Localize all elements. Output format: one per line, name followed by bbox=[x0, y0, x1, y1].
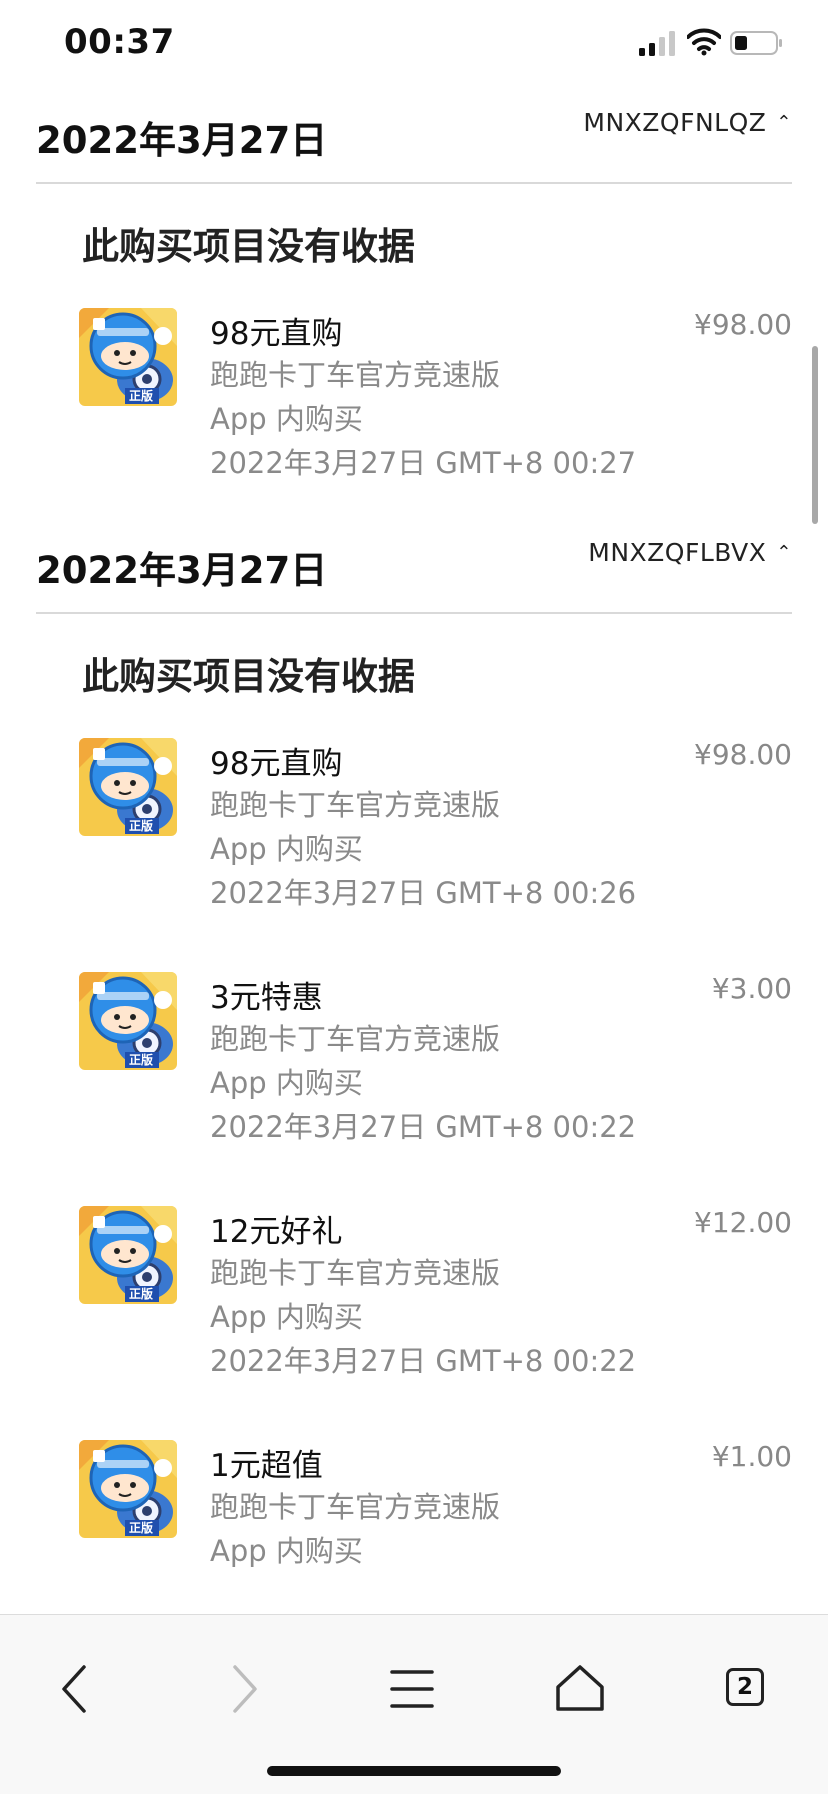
purchase-item[interactable]: 正版 12元好礼 ¥12.00 跑跑卡丁车官方竞速版 App 内购买 2022年3月27日… bbox=[0, 1186, 828, 1420]
item-datetime: 2022年3月27日 GMT+8 00:22 bbox=[210, 1344, 637, 1378]
order-id: MNXZQFLBVX bbox=[588, 538, 767, 567]
app-icon: 正版 bbox=[79, 972, 177, 1070]
status-bar: 00:37 bbox=[0, 0, 828, 92]
item-price: ¥3.00 bbox=[711, 972, 792, 1005]
item-app-name: 跑跑卡丁车官方竞速版 bbox=[210, 358, 501, 392]
app-icon: 正版 bbox=[79, 308, 177, 406]
item-app-name: 跑跑卡丁车官方竞速版 bbox=[210, 1490, 501, 1524]
item-datetime: 2022年3月27日 GMT+8 00:22 bbox=[210, 1110, 637, 1144]
item-purchase-type: App 内购买 bbox=[210, 402, 363, 436]
chevron-up-icon[interactable]: ⌃ bbox=[776, 542, 792, 563]
status-time: 00:37 bbox=[64, 22, 175, 62]
item-title: 98元直购 bbox=[210, 316, 343, 352]
section-date: 2022年3月27日 bbox=[36, 119, 328, 162]
item-datetime: 2022年3月27日 GMT+8 00:26 bbox=[210, 876, 637, 910]
section-date: 2022年3月27日 bbox=[36, 549, 328, 592]
item-app-name: 跑跑卡丁车官方竞速版 bbox=[210, 788, 501, 822]
item-price: ¥12.00 bbox=[694, 1206, 792, 1239]
chevron-up-icon[interactable]: ⌃ bbox=[776, 112, 792, 133]
app-icon-badge: 正版 bbox=[129, 1287, 154, 1301]
item-app-name: 跑跑卡丁车官方竞速版 bbox=[210, 1256, 501, 1290]
battery-icon bbox=[730, 31, 782, 55]
item-datetime: 2022年3月27日 GMT+8 00:27 bbox=[210, 446, 637, 480]
section-header[interactable]: 2022年3月27日 MNXZQFNLQZ ⌃ bbox=[0, 92, 828, 182]
no-receipt-notice: 此购买项目没有收据 bbox=[82, 655, 415, 698]
home-icon[interactable] bbox=[550, 1659, 610, 1719]
purchase-item[interactable]: 正版 1元超值 ¥1.00 跑跑卡丁车官方竞速版 App 内购买 bbox=[0, 1420, 828, 1614]
app-icon-badge: 正版 bbox=[129, 389, 154, 403]
item-purchase-type: App 内购买 bbox=[210, 1534, 363, 1568]
order-id: MNXZQFNLQZ bbox=[583, 108, 767, 137]
no-receipt-notice: 此购买项目没有收据 bbox=[82, 225, 415, 268]
purchase-item[interactable]: 正版 3元特惠 ¥3.00 跑跑卡丁车官方竞速版 App 内购买 2022年3月27日 G… bbox=[0, 952, 828, 1186]
item-purchase-type: App 内购买 bbox=[210, 832, 363, 866]
item-app-name: 跑跑卡丁车官方竞速版 bbox=[210, 1022, 501, 1056]
item-price: ¥98.00 bbox=[694, 738, 792, 771]
item-title: 12元好礼 bbox=[210, 1214, 343, 1250]
wifi-icon bbox=[687, 28, 721, 56]
order-id-toggle[interactable]: MNXZQFNLQZ ⌃ bbox=[583, 108, 792, 137]
item-purchase-type: App 内购买 bbox=[210, 1300, 363, 1334]
forward-icon[interactable] bbox=[213, 1659, 273, 1719]
purchase-item[interactable]: 正版 98元直购 ¥98.00 跑跑卡丁车官方竞速版 App 内购买 2022年3月27日… bbox=[0, 288, 828, 522]
cellular-signal-icon bbox=[639, 31, 675, 56]
order-id-toggle[interactable]: MNXZQFLBVX ⌃ bbox=[588, 538, 792, 567]
app-icon-badge: 正版 bbox=[129, 1053, 154, 1067]
purchase-section: 2022年3月27日 MNXZQFLBVX ⌃ 此购买项目没有收据 正版 98元直购 ¥9… bbox=[0, 522, 828, 1614]
item-title: 98元直购 bbox=[210, 746, 343, 782]
item-title: 3元特惠 bbox=[210, 980, 323, 1016]
item-purchase-type: App 内购买 bbox=[210, 1066, 363, 1100]
app-icon: 正版 bbox=[79, 1206, 177, 1304]
section-header[interactable]: 2022年3月27日 MNXZQFLBVX ⌃ bbox=[0, 522, 828, 612]
purchase-item[interactable]: 正版 98元直购 ¥98.00 跑跑卡丁车官方竞速版 App 内购买 2022年3月27日… bbox=[0, 718, 828, 952]
item-title: 1元超值 bbox=[210, 1448, 323, 1484]
app-icon-badge: 正版 bbox=[129, 1521, 154, 1535]
item-price: ¥98.00 bbox=[694, 308, 792, 341]
purchase-history-list[interactable]: 2022年3月27日 MNXZQFNLQZ ⌃ 此购买项目没有收据 正版 98元直购 ¥9… bbox=[0, 92, 828, 1614]
app-icon-badge: 正版 bbox=[129, 819, 154, 833]
purchase-section: 2022年3月27日 MNXZQFNLQZ ⌃ 此购买项目没有收据 正版 98元直购 ¥9… bbox=[0, 92, 828, 522]
item-price: ¥1.00 bbox=[711, 1440, 792, 1473]
tabs-button[interactable]: 2 bbox=[726, 1668, 764, 1706]
menu-icon[interactable] bbox=[382, 1659, 442, 1719]
app-icon: 正版 bbox=[79, 738, 177, 836]
app-icon: 正版 bbox=[79, 1440, 177, 1538]
home-indicator bbox=[267, 1766, 561, 1776]
back-icon[interactable] bbox=[46, 1659, 106, 1719]
